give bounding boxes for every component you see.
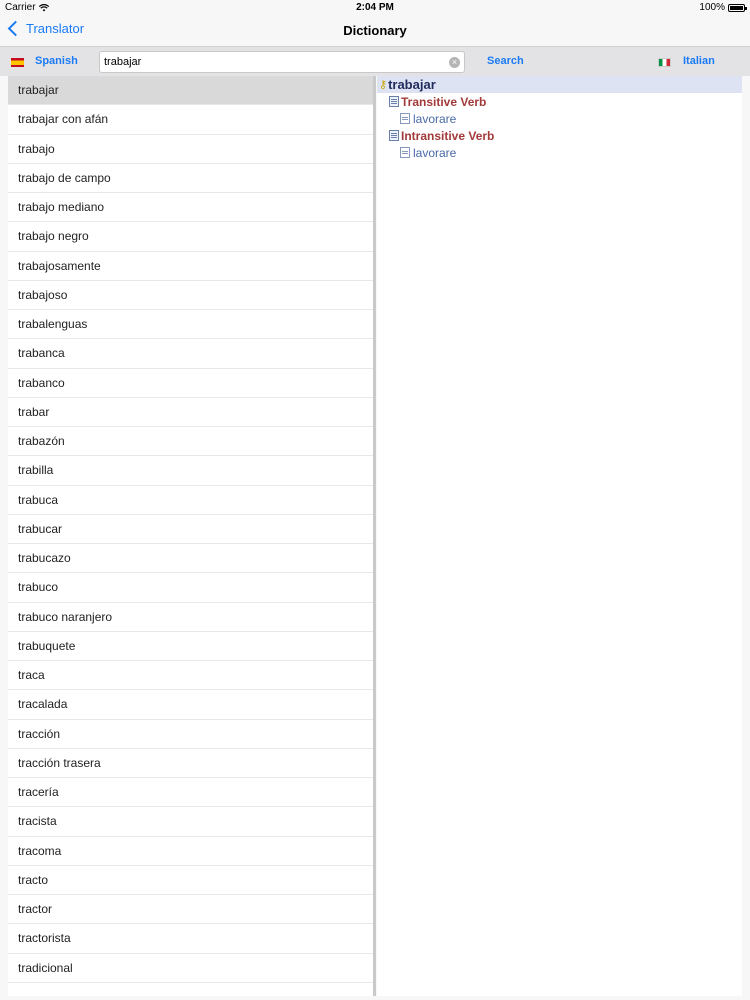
italy-flag-icon xyxy=(658,58,671,67)
list-item[interactable]: trabajosamente xyxy=(8,252,373,281)
status-bar: Carrier 2:04 PM 100% xyxy=(0,0,750,16)
part-of-speech-row: Transitive Verb xyxy=(377,93,742,110)
list-item[interactable]: trabucar xyxy=(8,515,373,544)
list-item[interactable]: tradicional xyxy=(8,954,373,983)
clock: 2:04 PM xyxy=(356,2,394,13)
clear-icon[interactable]: × xyxy=(449,57,460,68)
list-item[interactable]: tracción xyxy=(8,720,373,749)
search-input[interactable] xyxy=(104,54,444,70)
key-icon: ⚷ xyxy=(379,79,388,91)
part-of-speech-label: Intransitive Verb xyxy=(401,128,495,143)
source-language-button[interactable]: Spanish xyxy=(35,55,78,67)
part-of-speech-row: Intransitive Verb xyxy=(377,127,742,144)
translation-label: lavorare xyxy=(413,145,457,160)
list-item[interactable]: tracoma xyxy=(8,837,373,866)
word-list: trabajar trabajar con afán trabajo trabajo … xyxy=(8,76,373,996)
list-item[interactable]: trabuco xyxy=(8,573,373,603)
spain-flag-icon xyxy=(11,58,24,67)
document-icon xyxy=(389,130,399,141)
entry-detail: ⚷ trabajar Transitive Verb lavorare Intran… xyxy=(377,76,742,996)
list-item[interactable]: tracista xyxy=(8,807,373,837)
battery-icon xyxy=(728,3,747,12)
search-button[interactable]: Search xyxy=(487,55,524,67)
list-item[interactable]: trabuquete xyxy=(8,632,373,661)
translation-row[interactable]: lavorare xyxy=(377,110,742,127)
battery-info: 100% xyxy=(699,2,747,13)
list-item[interactable]: tracción trasera xyxy=(8,749,373,778)
list-item[interactable]: trabuca xyxy=(8,486,373,515)
list-item[interactable]: trabazón xyxy=(8,427,373,457)
list-item[interactable]: trabalenguas xyxy=(8,310,373,340)
list-item[interactable]: trabajoso xyxy=(8,281,373,310)
list-item[interactable]: trabar xyxy=(8,398,373,427)
list-item[interactable]: trabanca xyxy=(8,339,373,369)
list-item[interactable]: trabilla xyxy=(8,456,373,486)
battery-percent: 100% xyxy=(699,2,725,13)
page-icon xyxy=(400,113,410,124)
list-item[interactable]: trabuco naranjero xyxy=(8,603,373,632)
list-item[interactable]: tractor xyxy=(8,895,373,925)
list-item[interactable]: trabajo mediano xyxy=(8,193,373,223)
part-of-speech-label: Transitive Verb xyxy=(401,94,487,109)
navigation-bar: Translator Dictionary xyxy=(0,16,750,46)
list-item[interactable]: tracería xyxy=(8,778,373,808)
pane-divider[interactable] xyxy=(373,76,376,996)
senses: Transitive Verb lavorare Intransitive Verb… xyxy=(377,93,742,161)
list-item[interactable]: tracto xyxy=(8,866,373,895)
translation-label: lavorare xyxy=(413,111,457,126)
list-item[interactable]: trabajar con afán xyxy=(8,105,373,135)
translation-row[interactable]: lavorare xyxy=(377,144,742,161)
entry-header: ⚷ trabajar xyxy=(377,76,742,93)
list-item[interactable]: trabanco xyxy=(8,369,373,398)
list-item[interactable]: trabucazo xyxy=(8,544,373,574)
search-field[interactable]: × xyxy=(99,51,465,73)
list-item[interactable]: trabajar xyxy=(8,76,373,106)
list-item[interactable]: trabajo xyxy=(8,135,373,164)
search-toolbar: Spanish × Search Italian xyxy=(0,46,750,76)
page-icon xyxy=(400,147,410,158)
list-item[interactable]: trabajo negro xyxy=(8,222,373,252)
document-icon xyxy=(389,96,399,107)
list-item[interactable]: tracalada xyxy=(8,690,373,720)
list-item[interactable]: tractorista xyxy=(8,924,373,954)
list-item[interactable]: trabajo de campo xyxy=(8,164,373,193)
entry-word: trabajar xyxy=(388,77,436,92)
list-item[interactable]: traca xyxy=(8,661,373,691)
page-title: Dictionary xyxy=(343,23,407,38)
target-language-button[interactable]: Italian xyxy=(683,55,715,67)
